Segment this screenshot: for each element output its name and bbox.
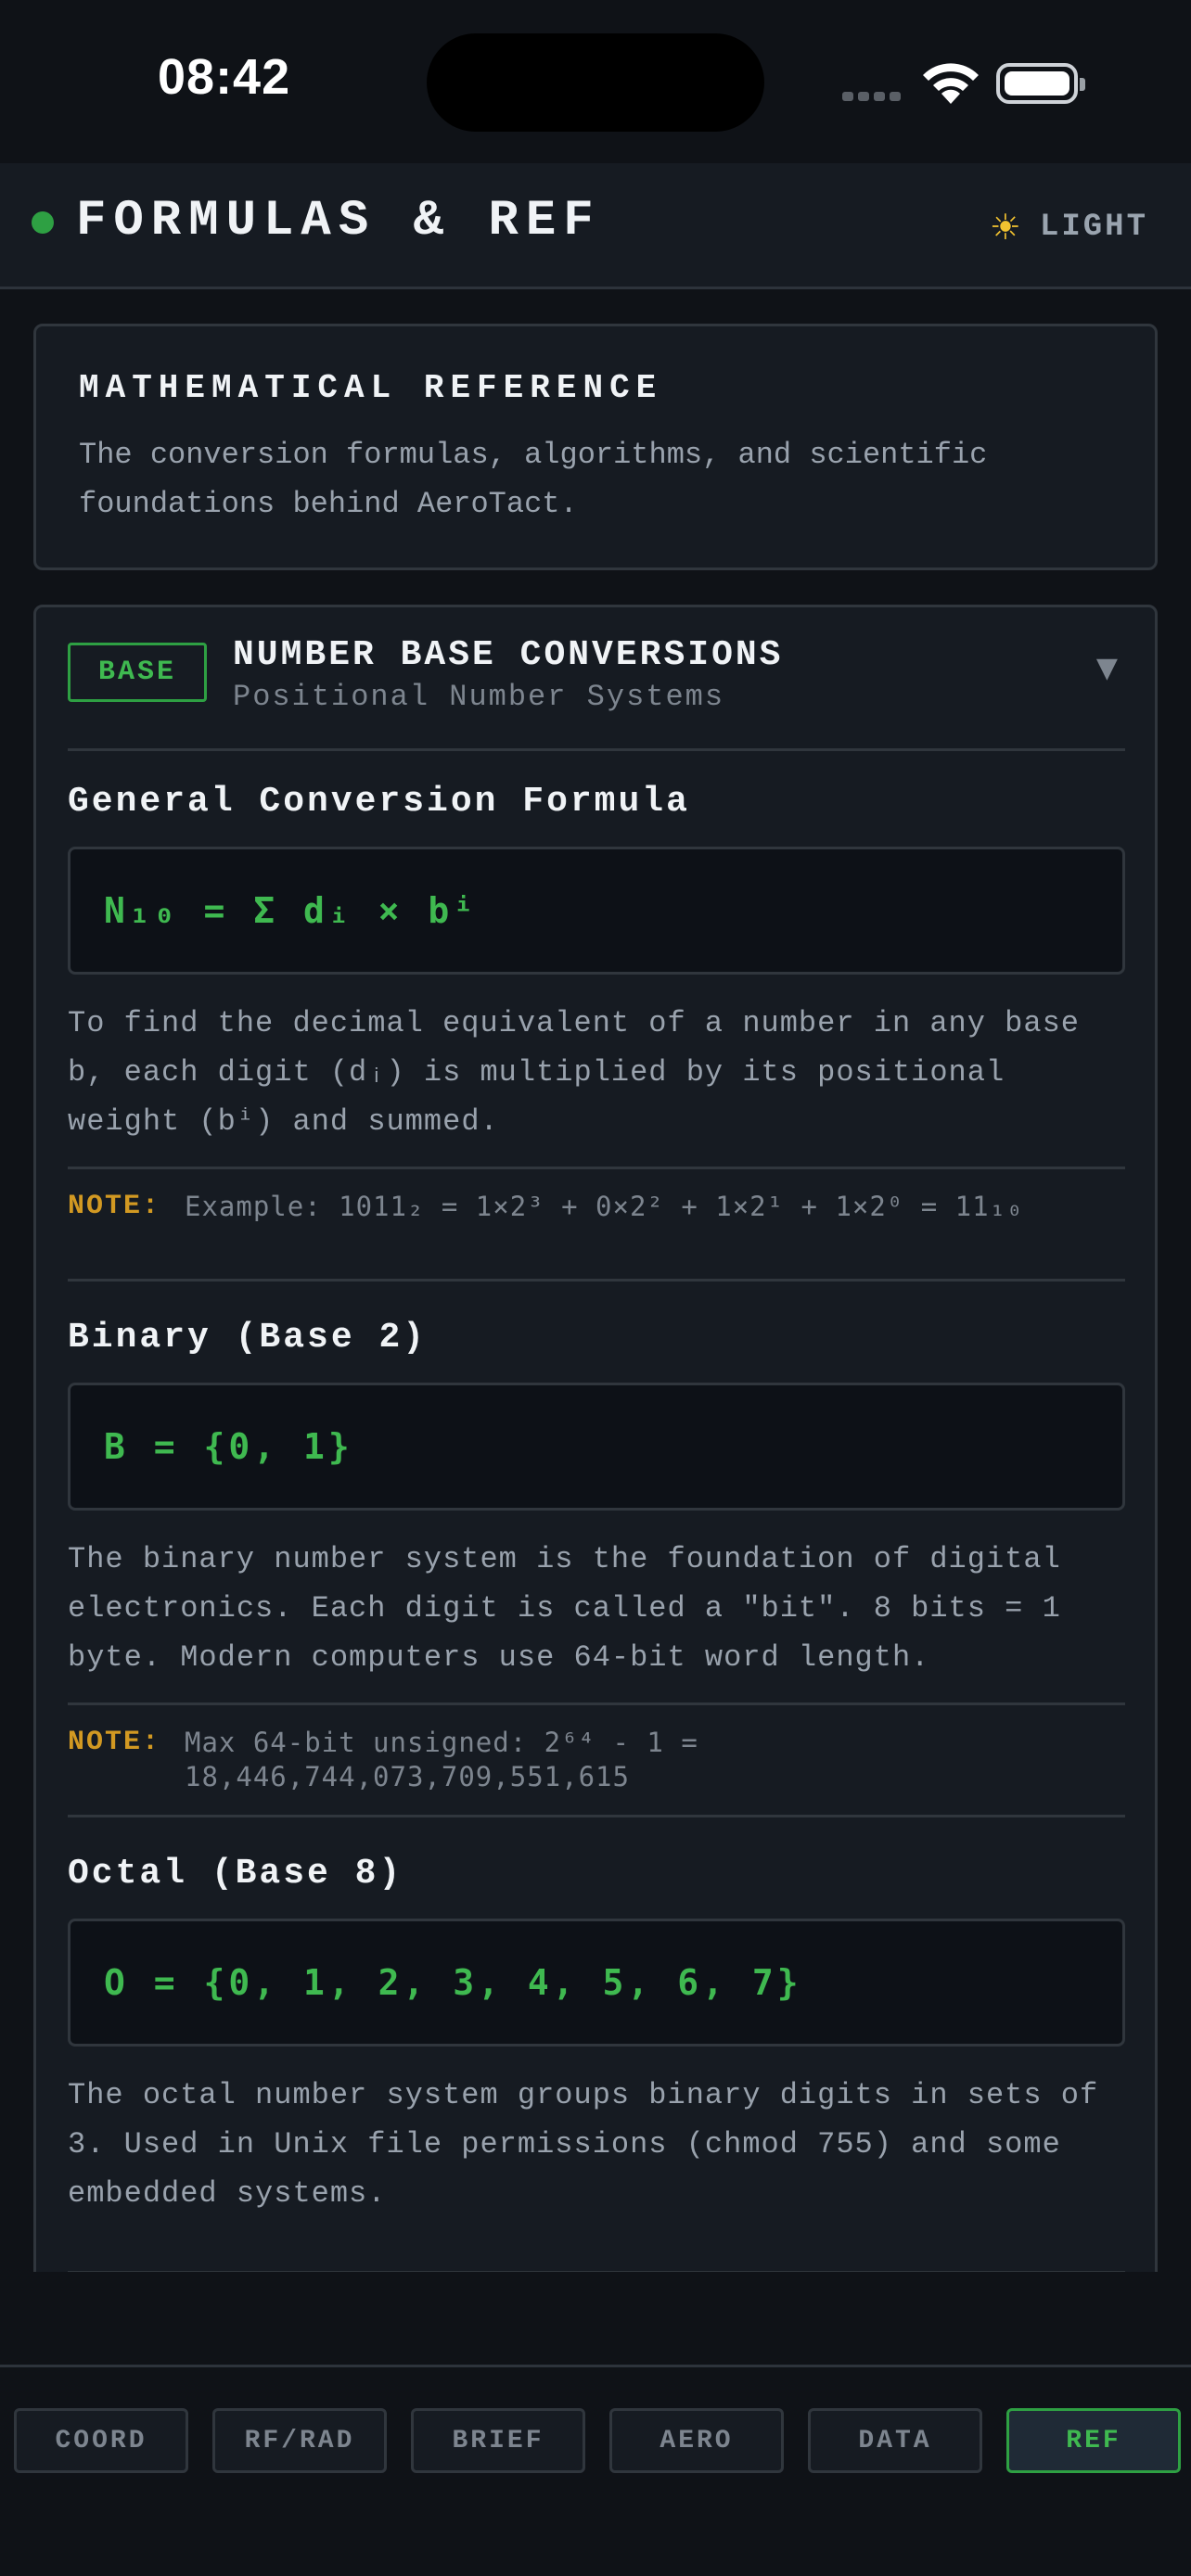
formula-item: General Conversion Formula N₁₀ = Σ dᵢ × … — [68, 782, 1125, 1224]
formula-description: The octal number system groups binary di… — [68, 2078, 1099, 2211]
item-divider — [68, 2271, 1125, 2272]
tab-brief[interactable]: BRIEF — [411, 2408, 585, 2473]
formula-box: N₁₀ = Σ dᵢ × bⁱ — [68, 847, 1125, 975]
formula-item: Binary (Base 2) B = {0, 1} The binary nu… — [68, 1318, 1125, 1794]
formula-title: General Conversion Formula — [68, 782, 690, 822]
sun-icon: ☀ — [989, 207, 1021, 248]
intro-title: MATHEMATICAL REFERENCE — [79, 369, 663, 407]
section-header-toggle[interactable]: BASE NUMBER BASE CONVERSIONS Positional … — [36, 607, 1155, 746]
tab-coord[interactable]: COORD — [14, 2408, 188, 2473]
dynamic-island — [427, 33, 764, 132]
battery-icon — [996, 63, 1085, 104]
note-label: NOTE: — [68, 1727, 161, 1758]
intro-card: MATHEMATICAL REFERENCE The conversion fo… — [33, 324, 1158, 570]
status-bar: 08:42 — [0, 0, 1191, 163]
section-divider — [68, 748, 1125, 751]
item-divider — [68, 1815, 1125, 1817]
formula-description: To find the decimal equivalent of a numb… — [68, 1006, 1080, 1139]
item-divider — [68, 1279, 1125, 1282]
formula-title: Octal (Base 8) — [68, 1854, 403, 1894]
intro-text: The conversion formulas, algorithms, and… — [79, 438, 988, 521]
page-title: FORMULAS & REF — [76, 193, 601, 249]
status-time: 08:42 — [158, 49, 291, 105]
theme-toggle-label: LIGHT — [1039, 210, 1148, 245]
note-text: Max 64-bit unsigned: 2⁶⁴ - 1 = 18,446,74… — [185, 1727, 698, 1792]
content-scroll-area[interactable]: MATHEMATICAL REFERENCE The conversion fo… — [0, 289, 1191, 2272]
app-header: FORMULAS & REF ☀ LIGHT — [0, 163, 1191, 289]
formula-box: B = {0, 1} — [68, 1383, 1125, 1511]
note-divider — [68, 1702, 1125, 1705]
status-dot-icon — [32, 211, 54, 234]
formula-box: O = {0, 1, 2, 3, 4, 5, 6, 7} — [68, 1919, 1125, 2047]
tab-aero[interactable]: AERO — [609, 2408, 784, 2473]
wifi-icon — [918, 57, 983, 106]
note-text: Example: 1011₂ = 1×2³ + 0×2² + 1×2¹ + 1×… — [185, 1191, 1024, 1222]
section-subtitle: Positional Number Systems — [233, 680, 725, 714]
note-label: NOTE: — [68, 1191, 161, 1222]
number-base-section: BASE NUMBER BASE CONVERSIONS Positional … — [33, 605, 1158, 2272]
formula-title: Binary (Base 2) — [68, 1318, 428, 1358]
formula-item: Octal (Base 8) O = {0, 1, 2, 3, 4, 5, 6,… — [68, 1854, 1125, 2218]
formula-description: The binary number system is the foundati… — [68, 1542, 1061, 1675]
section-badge: BASE — [68, 643, 207, 702]
note-divider — [68, 1167, 1125, 1169]
formula-note: NOTE: Example: 1011₂ = 1×2³ + 0×2² + 1×2… — [68, 1190, 1125, 1224]
tab-rf-rad[interactable]: RF/RAD — [212, 2408, 387, 2473]
cellular-signal-icon — [842, 89, 907, 102]
tab-data[interactable]: DATA — [808, 2408, 982, 2473]
section-title: NUMBER BASE CONVERSIONS — [233, 635, 784, 675]
tab-ref[interactable]: REF — [1006, 2408, 1181, 2473]
bottom-tab-bar: COORD RF/RAD BRIEF AERO DATA REF — [0, 2365, 1191, 2576]
theme-toggle-button[interactable]: ☀ LIGHT — [990, 204, 1148, 250]
formula-note: NOTE: Max 64-bit unsigned: 2⁶⁴ - 1 = 18,… — [68, 1726, 1125, 1794]
chevron-down-icon: ▼ — [1095, 652, 1118, 684]
